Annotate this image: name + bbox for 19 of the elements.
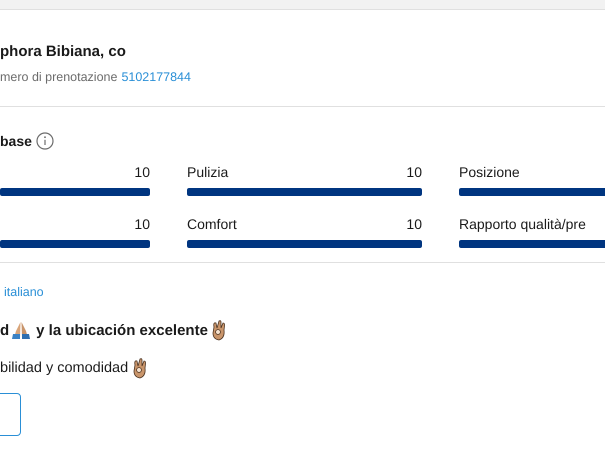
rating-score: 10 xyxy=(406,216,422,234)
praying-hands-icon xyxy=(11,320,32,340)
rating-score: 10 xyxy=(134,216,150,234)
info-icon[interactable] xyxy=(36,132,54,150)
rating-label: Posizione xyxy=(459,164,520,182)
review-text: bilidad y comodidad xyxy=(0,360,128,376)
rating-label: Pulizia xyxy=(187,164,228,182)
booking-number-link[interactable]: 5102177844 xyxy=(121,70,191,84)
review-title: y la ubicación excelente xyxy=(36,322,208,338)
rating-label: Comfort xyxy=(187,216,237,234)
rating-score: 10 xyxy=(406,164,422,182)
rating-score: 10 xyxy=(134,164,150,182)
ok-hand-icon xyxy=(210,319,228,341)
rating-label: Rapporto qualità/pre xyxy=(459,216,586,234)
translate-link[interactable]: italiano xyxy=(4,285,44,299)
section-title: base xyxy=(0,133,32,149)
booking-label: mero di prenotazione xyxy=(0,70,118,84)
guest-name: phora Bibiana, co xyxy=(0,43,127,62)
review-title: d xyxy=(0,322,10,338)
